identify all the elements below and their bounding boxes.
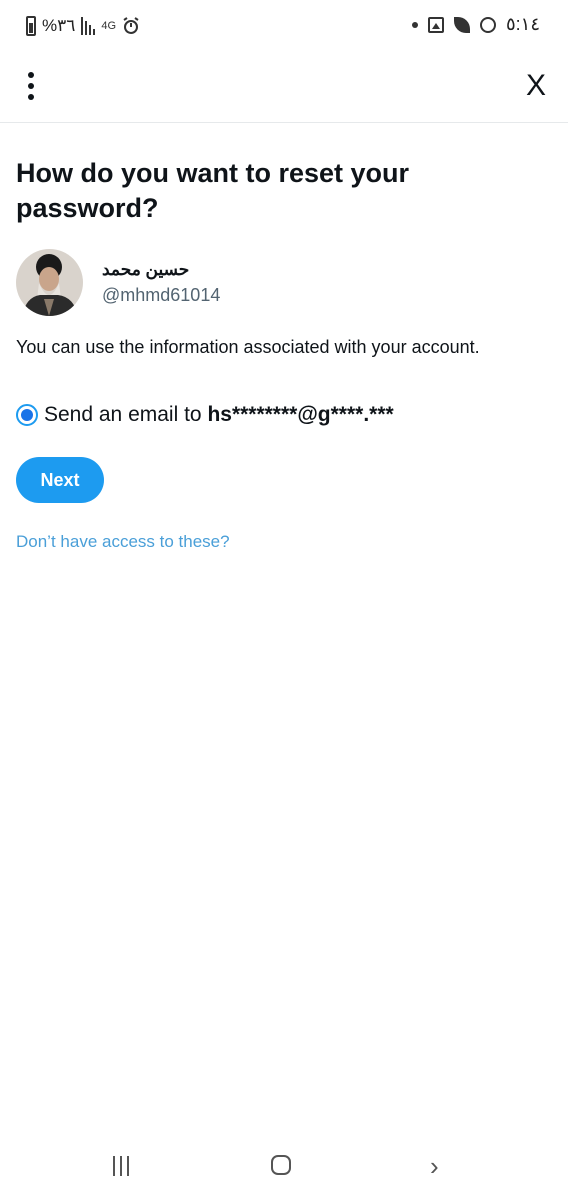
recent-apps-icon[interactable]	[113, 1156, 129, 1176]
close-button[interactable]: X	[526, 68, 546, 104]
gallery-icon	[427, 16, 444, 33]
more-options-icon[interactable]	[20, 68, 42, 104]
clock-time: ٥:١٤	[505, 14, 540, 34]
no-access-link[interactable]: Don’t have access to these?	[16, 532, 230, 552]
status-left: %٣٦ 4G	[26, 16, 140, 36]
page-title: How do you want to reset your password?	[16, 158, 410, 223]
battery-percent: %٣٦	[42, 16, 76, 35]
app-header: X	[0, 56, 568, 123]
avatar	[16, 249, 83, 316]
email-option-label: Send an email to hs********@g****.***	[44, 403, 394, 427]
email-option-prefix: Send an email to	[44, 403, 208, 426]
status-right: ٥:١٤	[411, 14, 540, 35]
info-text: You can use the information associated w…	[16, 337, 480, 357]
radio-button[interactable]	[16, 404, 38, 426]
next-button[interactable]: Next	[16, 457, 104, 503]
back-icon[interactable]: ›	[430, 1153, 439, 1179]
network-type: 4G	[101, 20, 117, 32]
account-handle: @mhmd61014	[102, 285, 221, 305]
battery-icon	[26, 16, 36, 36]
avatar-image	[16, 249, 83, 316]
status-bar: %٣٦ 4G ٥:١٤	[0, 0, 568, 56]
whatsapp-icon	[479, 16, 496, 33]
home-icon[interactable]	[271, 1155, 291, 1175]
signal-icon	[81, 17, 96, 35]
notification-dot-icon	[411, 21, 418, 28]
email-reset-option[interactable]: Send an email to hs********@g****.***	[16, 403, 394, 427]
radio-selected-dot	[21, 409, 33, 421]
alarm-icon	[123, 17, 139, 34]
masked-email: hs********@g****.***	[207, 403, 394, 426]
account-display-name: حسين محمد	[102, 260, 190, 279]
leaf-icon	[453, 16, 470, 33]
system-nav-bar: ›	[0, 1140, 568, 1192]
